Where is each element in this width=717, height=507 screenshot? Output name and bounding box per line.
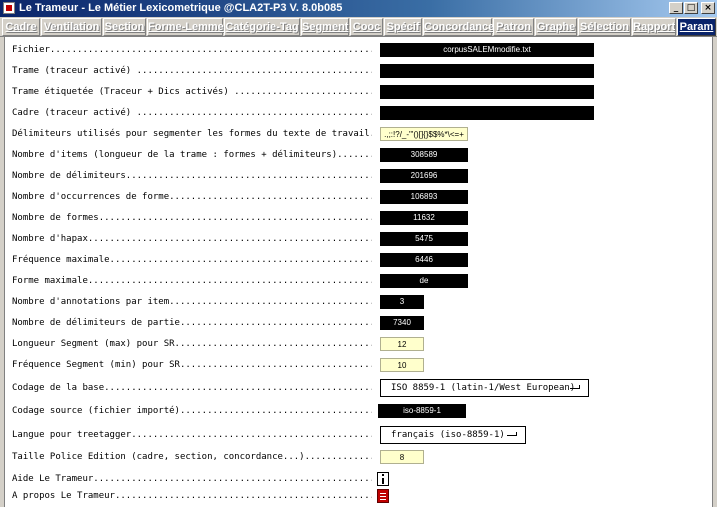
label-forme-max: Forme maximale..........................…	[12, 276, 372, 286]
tab-patron[interactable]: Patron	[493, 18, 534, 36]
nb-delim-partie-field: 7340	[380, 316, 424, 330]
fichier-field[interactable]: corpusSALEMmodifie.txt	[380, 43, 594, 57]
row-aide: Aide Le Trameur.........................…	[5, 472, 712, 486]
tab-graphe[interactable]: Graphe	[535, 18, 577, 36]
label-codage-source: Codage source (fichier importé).........…	[12, 406, 372, 416]
label-long-segment-max: Longueur Segment (max) pour SR..........…	[12, 339, 372, 349]
label-apropos: A propos Le Trameur.....................…	[12, 491, 372, 501]
maximize-button[interactable]: □	[684, 2, 698, 14]
label-nb-annotations: Nombre d'annotations par item...........…	[12, 297, 372, 307]
tab-specif[interactable]: Spécif	[384, 18, 422, 36]
row-forme-max: Forme maximale..........................…	[5, 274, 712, 288]
label-nb-delimiteurs: Nombre de délimiteurs...................…	[12, 171, 372, 181]
row-nb-occurrences: Nombre d'occurrences de forme...........…	[5, 190, 712, 204]
row-codage-source: Codage source (fichier importé).........…	[5, 404, 712, 418]
tab-bar: Cadre Ventilation Section Forme-Lemme Ca…	[0, 17, 717, 37]
app-icon[interactable]	[3, 2, 15, 14]
langue-select[interactable]: français (iso-8859-1)	[380, 426, 526, 444]
row-freq-segment-min: Fréquence Segment (min) pour SR.........…	[5, 358, 712, 372]
row-nb-hapax: Nombre d'hapax..........................…	[5, 232, 712, 246]
row-nb-delimiteurs: Nombre de délimiteurs...................…	[5, 169, 712, 183]
freq-max-field: 6446	[380, 253, 468, 267]
label-nb-hapax: Nombre d'hapax..........................…	[12, 234, 372, 244]
label-trame: Trame (traceur activé) .................…	[12, 66, 372, 76]
long-segment-max-input[interactable]: 12	[380, 337, 424, 351]
row-codage-base: Codage de la base.......................…	[5, 379, 712, 397]
label-nb-delim-partie: Nombre de délimiteurs de partie.........…	[12, 318, 372, 328]
dropdown-arrow-icon	[570, 385, 580, 389]
label-trame-etiquetee: Trame étiquetée (Traceur + Dics activés)…	[12, 87, 372, 97]
label-aide: Aide Le Trameur.........................…	[12, 474, 372, 484]
row-langue: Langue pour treetagger..................…	[5, 426, 712, 444]
nb-delimiteurs-field: 201696	[380, 169, 468, 183]
label-nb-items: Nombre d'items (longueur de la trame : f…	[12, 150, 372, 160]
row-freq-max: Fréquence maximale......................…	[5, 253, 712, 267]
tab-cadre[interactable]: Cadre	[2, 18, 40, 36]
tab-forme-lemme[interactable]: Forme-Lemme	[147, 18, 224, 36]
tab-selection[interactable]: Sélection	[578, 18, 631, 36]
tab-cooc[interactable]: Cooc	[350, 18, 383, 36]
taille-police-input[interactable]: 8	[380, 450, 424, 464]
codage-base-select[interactable]: ISO 8859-1 (latin-1/West European)	[380, 379, 589, 397]
tab-concordance[interactable]: Concordance	[423, 18, 494, 36]
nb-hapax-field: 5475	[380, 232, 468, 246]
nb-items-field: 308589	[380, 148, 468, 162]
trame-field[interactable]	[380, 64, 594, 78]
langue-value: français (iso-8859-1)	[391, 430, 505, 440]
tab-categorie-tag[interactable]: Catégorie-Tag	[224, 18, 300, 36]
nb-annotations-field[interactable]: 3	[380, 295, 424, 309]
label-taille-police: Taille Police Edition (cadre, section, c…	[12, 452, 372, 462]
forme-max-field: de	[380, 274, 468, 288]
label-freq-max: Fréquence maximale......................…	[12, 255, 372, 265]
label-nb-occurrences: Nombre d'occurrences de forme...........…	[12, 192, 372, 202]
dropdown-arrow-icon	[507, 432, 517, 436]
nb-formes-field: 11632	[380, 211, 468, 225]
tab-param[interactable]: Param	[677, 18, 716, 36]
nb-occurrences-field: 106893	[380, 190, 468, 204]
close-button[interactable]: ×	[701, 2, 715, 14]
row-cadre: Cadre (traceur activé) .................…	[5, 106, 712, 120]
tab-segment[interactable]: Segment	[301, 18, 349, 36]
cadre-field[interactable]	[380, 106, 594, 120]
row-long-segment-max: Longueur Segment (max) pour SR..........…	[5, 337, 712, 351]
about-icon[interactable]	[377, 489, 389, 503]
row-delimiteurs: Délimiteurs utilisés pour segmenter les …	[5, 127, 712, 141]
delimiteurs-field[interactable]: .,;:!?/_-'"()[]{}$$%*\<=+	[380, 127, 468, 141]
row-nb-formes: Nombre de formes........................…	[5, 211, 712, 225]
minimize-button[interactable]: _	[669, 2, 683, 14]
codage-source-field: iso-8859-1	[378, 404, 466, 418]
trame-etiquetee-field[interactable]	[380, 85, 594, 99]
label-cadre: Cadre (traceur activé) .................…	[12, 108, 372, 118]
label-nb-formes: Nombre de formes........................…	[12, 213, 372, 223]
freq-segment-min-input[interactable]: 10	[380, 358, 424, 372]
codage-base-value: ISO 8859-1 (latin-1/West European)	[391, 383, 576, 393]
title-bar[interactable]: Le Trameur - Le Métier Lexicometrique @C…	[0, 0, 717, 17]
row-trame-etiquetee: Trame étiquetée (Traceur + Dics activés)…	[5, 85, 712, 99]
row-trame: Trame (traceur activé) .................…	[5, 64, 712, 78]
row-apropos: A propos Le Trameur.....................…	[5, 489, 712, 503]
label-langue: Langue pour treetagger..................…	[12, 430, 372, 440]
tab-section[interactable]: Section	[103, 18, 146, 36]
label-freq-segment-min: Fréquence Segment (min) pour SR.........…	[12, 360, 372, 370]
tab-ventilation[interactable]: Ventilation	[41, 18, 102, 36]
help-icon[interactable]	[377, 472, 389, 486]
label-fichier: Fichier.................................…	[12, 45, 372, 55]
param-panel: Fichier.................................…	[4, 37, 713, 507]
label-delimiteurs: Délimiteurs utilisés pour segmenter les …	[12, 129, 372, 139]
row-taille-police: Taille Police Edition (cadre, section, c…	[5, 450, 712, 464]
row-fichier: Fichier.................................…	[5, 43, 712, 57]
row-nb-annotations: Nombre d'annotations par item...........…	[5, 295, 712, 309]
tab-rapport[interactable]: Rapport	[632, 18, 676, 36]
row-nb-delim-partie: Nombre de délimiteurs de partie.........…	[5, 316, 712, 330]
label-codage-base: Codage de la base.......................…	[12, 383, 372, 393]
row-nb-items: Nombre d'items (longueur de la trame : f…	[5, 148, 712, 162]
window-title: Le Trameur - Le Métier Lexicometrique @C…	[19, 2, 343, 14]
